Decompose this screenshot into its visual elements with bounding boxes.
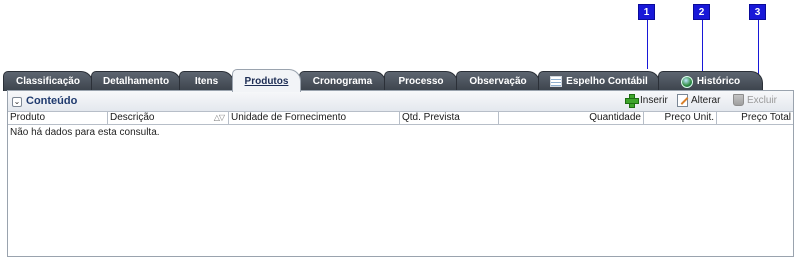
column-header-preco-total[interactable]: Preço Total [717, 112, 793, 125]
column-label: Preço Unit. [664, 112, 714, 123]
empty-message: Não há dados para esta consulta. [10, 127, 160, 138]
tab-itens[interactable]: Itens [179, 71, 234, 91]
column-header-preco-unit[interactable]: Preço Unit. [644, 112, 717, 125]
edit-label: Alterar [691, 95, 721, 106]
callout-line-1 [647, 20, 648, 69]
tab-produtos[interactable]: Produtos [232, 69, 301, 92]
tab-label: Itens [194, 76, 219, 87]
column-label: Quantidade [589, 112, 641, 123]
tab-label: Processo [398, 76, 444, 87]
insert-label: Inserir [640, 94, 668, 106]
sort-arrows-icon[interactable]: △▽ [214, 112, 225, 124]
tab-label: Produtos [244, 75, 289, 87]
insert-button[interactable]: Inserir [625, 94, 668, 108]
tab-cronograma[interactable]: Cronograma [299, 71, 386, 91]
column-label: Produto [10, 112, 46, 123]
tab-label: Detalhamento [102, 76, 170, 87]
column-label: Descrição [110, 112, 155, 123]
tab-label: Observação [469, 76, 527, 87]
tab-observacao[interactable]: Observação [456, 71, 540, 91]
panel-header: ⌄ Conteúdo Inserir Alterar Excluir [8, 91, 793, 112]
delete-label: Excluir [747, 94, 778, 106]
add-icon [625, 94, 639, 108]
column-header-produto[interactable]: Produto [8, 112, 108, 125]
delete-button[interactable]: Excluir [733, 94, 777, 106]
spreadsheet-icon [550, 76, 563, 87]
column-header-descricao[interactable]: Descrição △▽ [108, 112, 229, 125]
tab-historico[interactable]: Histórico [658, 71, 763, 91]
content-panel: ⌄ Conteúdo Inserir Alterar Excluir Produ… [7, 90, 794, 257]
tab-label: Histórico [696, 76, 741, 87]
callout-badge-2: 2 [693, 4, 710, 20]
tab-label: Classificação [16, 76, 80, 87]
grid-header: Produto Descrição △▽ Unidade de Fornecim… [8, 112, 793, 125]
callout-badge-1: 1 [638, 4, 655, 20]
tab-espelho-contabil[interactable]: Espelho Contábil [538, 71, 660, 91]
column-header-unidade[interactable]: Unidade de Fornecimento [229, 112, 400, 125]
edit-icon [677, 94, 688, 107]
tab-strip: Classificação Detalhamento Itens Produto… [3, 69, 796, 92]
tab-classificacao[interactable]: Classificação [3, 71, 93, 91]
tab-detalhamento[interactable]: Detalhamento [91, 71, 181, 91]
column-header-quantidade[interactable]: Quantidade [499, 112, 644, 125]
callout-badge-3: 3 [749, 4, 766, 20]
trash-icon [733, 94, 744, 106]
column-label: Preço Total [741, 112, 791, 123]
tab-label: Cronograma [312, 76, 373, 87]
collapse-toggle-icon[interactable]: ⌄ [12, 97, 22, 107]
column-label: Unidade de Fornecimento [231, 112, 347, 123]
globe-icon [680, 75, 693, 88]
tab-label: Espelho Contábil [566, 76, 648, 87]
column-header-qtd-prevista[interactable]: Qtd. Prevista [400, 112, 499, 125]
column-label: Qtd. Prevista [402, 112, 460, 123]
panel-title: Conteúdo [26, 95, 78, 107]
edit-button[interactable]: Alterar [677, 94, 720, 107]
tab-processo[interactable]: Processo [384, 71, 458, 91]
